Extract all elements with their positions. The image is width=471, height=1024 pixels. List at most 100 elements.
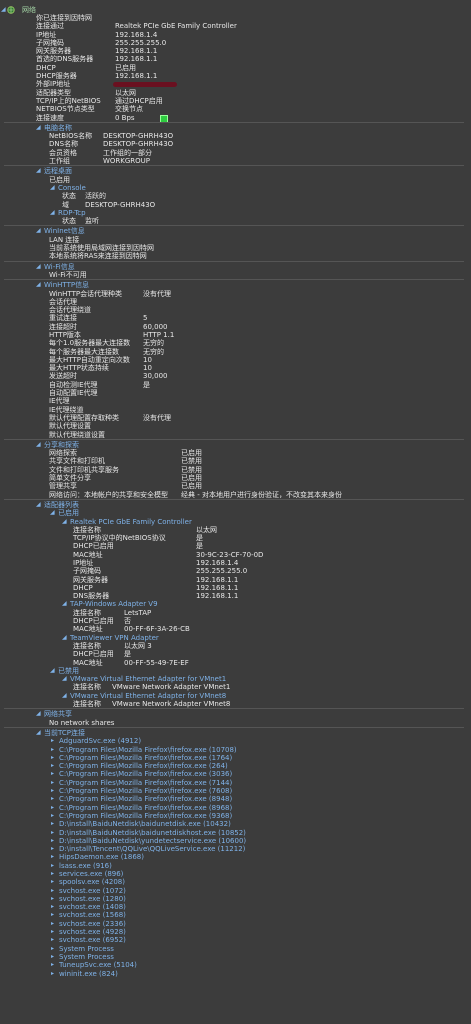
section-wininet[interactable]: WinInet信息: [44, 227, 85, 235]
computer-name-row: DNS名称 DESKTOP-GHRH43O: [0, 140, 471, 148]
expand-arrow-icon[interactable]: [51, 953, 54, 961]
expand-arrow-icon[interactable]: [51, 928, 54, 936]
adapter-vmnet1-node-row: VMware Virtual Ethernet Adapter for VMne…: [0, 675, 471, 683]
tcp-process-item[interactable]: C:\Program Files\Mozilla Firefox\firefox…: [59, 746, 237, 754]
tcp-process-item[interactable]: D:\install\BaiduNetdisk\yundetectservice…: [59, 837, 246, 845]
console-node[interactable]: Console: [58, 184, 86, 192]
tcp-process-item[interactable]: C:\Program Files\Mozilla Firefox\firefox…: [59, 762, 228, 770]
expand-arrow-icon[interactable]: [50, 184, 55, 192]
expand-arrow-icon[interactable]: [50, 509, 55, 517]
expand-arrow-icon[interactable]: [62, 600, 67, 608]
enabled-adapters-node[interactable]: 已启用: [58, 509, 79, 517]
expand-arrow-icon[interactable]: [62, 518, 67, 526]
expand-arrow-icon[interactable]: [50, 667, 55, 675]
section-tcp-connections[interactable]: 当前TCP连接: [44, 729, 85, 737]
tcp-process-item[interactable]: wininit.exe (824): [59, 970, 118, 978]
section-computer-name[interactable]: 电脑名称: [44, 124, 72, 132]
rdp-tcp-node[interactable]: RDP-Tcp: [58, 209, 86, 217]
property-name: 默认代理设置: [49, 422, 91, 431]
expand-arrow-icon[interactable]: [51, 887, 54, 895]
expand-arrow-icon[interactable]: [51, 845, 54, 853]
expand-arrow-icon[interactable]: [51, 812, 54, 820]
tcp-process-item[interactable]: svchost.exe (6952): [59, 936, 126, 944]
expand-arrow-icon[interactable]: [51, 795, 54, 803]
tcp-process-item[interactable]: C:\Program Files\Mozilla Firefox\firefox…: [59, 770, 232, 778]
tcp-process-item[interactable]: D:\install\Tencent\QQLive\QQLiveService.…: [59, 845, 245, 853]
tcp-process-item[interactable]: spoolsv.exe (4208): [59, 878, 125, 886]
expand-arrow-icon[interactable]: [62, 675, 67, 683]
section-wifi[interactable]: Wi-Fi信息: [44, 263, 75, 271]
expand-arrow-icon[interactable]: [36, 501, 41, 509]
expand-arrow-icon[interactable]: [51, 903, 54, 911]
tcp-process-item[interactable]: C:\Program Files\Mozilla Firefox\firefox…: [59, 804, 232, 812]
tcp-process-item[interactable]: System Process: [59, 945, 114, 953]
tcp-process-item[interactable]: D:\install\BaiduNetdisk\baidunetdiskhost…: [59, 829, 246, 837]
tcp-process-item[interactable]: lsass.exe (916): [59, 862, 112, 870]
expand-arrow-icon[interactable]: [62, 634, 67, 642]
expand-arrow-icon[interactable]: [51, 737, 54, 745]
tcp-process-item[interactable]: C:\Program Files\Mozilla Firefox\firefox…: [59, 754, 232, 762]
expand-arrow-icon[interactable]: [51, 862, 54, 870]
tcp-process-item[interactable]: C:\Program Files\Mozilla Firefox\firefox…: [59, 779, 232, 787]
tcp-process-item[interactable]: services.exe (896): [59, 870, 123, 878]
expand-arrow-icon[interactable]: [36, 729, 41, 737]
expand-arrow-icon[interactable]: [36, 281, 41, 289]
section-adapter-list[interactable]: 适配器列表: [44, 501, 79, 509]
section-winhttp[interactable]: WinHTTP信息: [44, 281, 89, 289]
disabled-adapters-node[interactable]: 已禁用: [58, 667, 79, 675]
section-remote-desktop[interactable]: 远程桌面: [44, 167, 72, 175]
expand-arrow-icon[interactable]: [36, 263, 41, 271]
sharing-row: 文件和打印机共享服务 已禁用: [0, 466, 471, 474]
expand-arrow-icon[interactable]: [51, 829, 54, 837]
expand-arrow-icon[interactable]: [51, 970, 54, 978]
expand-arrow-icon[interactable]: [51, 762, 54, 770]
expand-arrow-icon[interactable]: [51, 779, 54, 787]
expand-arrow-icon[interactable]: [51, 837, 54, 845]
tcp-process-item[interactable]: svchost.exe (1408): [59, 903, 126, 911]
tcp-process-item[interactable]: svchost.exe (2336): [59, 920, 126, 928]
expand-arrow-icon[interactable]: [51, 746, 54, 754]
tcp-process-item[interactable]: AdguardSvc.exe (4912): [59, 737, 141, 745]
tcp-process-item[interactable]: svchost.exe (4928): [59, 928, 126, 936]
tcp-process-item[interactable]: C:\Program Files\Mozilla Firefox\firefox…: [59, 812, 232, 820]
expand-arrow-icon[interactable]: [51, 911, 54, 919]
expand-arrow-icon[interactable]: [51, 787, 54, 795]
adapter-vmnet8-node[interactable]: VMware Virtual Ethernet Adapter for VMne…: [70, 692, 226, 700]
expand-arrow-icon[interactable]: [36, 167, 41, 175]
adapter-teamviewer-node[interactable]: TeamViewer VPN Adapter: [70, 634, 159, 642]
tcp-process-item[interactable]: System Process: [59, 953, 114, 961]
expand-arrow-icon[interactable]: [51, 878, 54, 886]
expand-arrow-icon[interactable]: [50, 209, 55, 217]
expand-arrow-icon[interactable]: [36, 710, 41, 718]
tcp-process-item[interactable]: C:\Program Files\Mozilla Firefox\firefox…: [59, 795, 232, 803]
tcp-process-item[interactable]: svchost.exe (1280): [59, 895, 126, 903]
section-network-shares[interactable]: 网络共享: [44, 710, 72, 718]
expand-arrow-icon[interactable]: [51, 920, 54, 928]
expand-arrow-icon[interactable]: [51, 936, 54, 944]
expand-arrow-icon[interactable]: [36, 124, 41, 132]
section-sharing[interactable]: 分享和探索: [44, 441, 79, 449]
property-value: 已启用: [115, 63, 136, 72]
tcp-process-item[interactable]: svchost.exe (1072): [59, 887, 126, 895]
expand-arrow-icon[interactable]: [51, 820, 54, 828]
tcp-connection-row: svchost.exe (4928): [0, 928, 471, 936]
tcp-process-item[interactable]: TuneupSvc.exe (5104): [59, 961, 137, 969]
adapter-tap-node[interactable]: TAP-Windows Adapter V9: [70, 600, 158, 608]
adapter-realtek-node[interactable]: Realtek PCIe GbE Family Controller: [70, 518, 192, 526]
expand-arrow-icon[interactable]: [62, 692, 67, 700]
expand-arrow-icon[interactable]: [51, 870, 54, 878]
expand-arrow-icon[interactable]: [51, 945, 54, 953]
rdp-row: 状态 监听: [0, 217, 471, 225]
expand-arrow-icon[interactable]: [51, 895, 54, 903]
tcp-process-item[interactable]: svchost.exe (1568): [59, 911, 126, 919]
tcp-process-item[interactable]: HipsDaemon.exe (1868): [59, 853, 144, 861]
tcp-process-item[interactable]: C:\Program Files\Mozilla Firefox\firefox…: [59, 787, 232, 795]
expand-arrow-icon[interactable]: [51, 804, 54, 812]
expand-arrow-icon[interactable]: [36, 441, 41, 449]
expand-arrow-icon[interactable]: [51, 770, 54, 778]
expand-arrow-icon[interactable]: [51, 853, 54, 861]
expand-arrow-icon[interactable]: [51, 961, 54, 969]
expand-arrow-icon[interactable]: [51, 754, 54, 762]
tcp-process-item[interactable]: D:\install\BaiduNetdisk\baidunetdisk.exe…: [59, 820, 231, 828]
expand-arrow-icon[interactable]: [36, 227, 41, 235]
